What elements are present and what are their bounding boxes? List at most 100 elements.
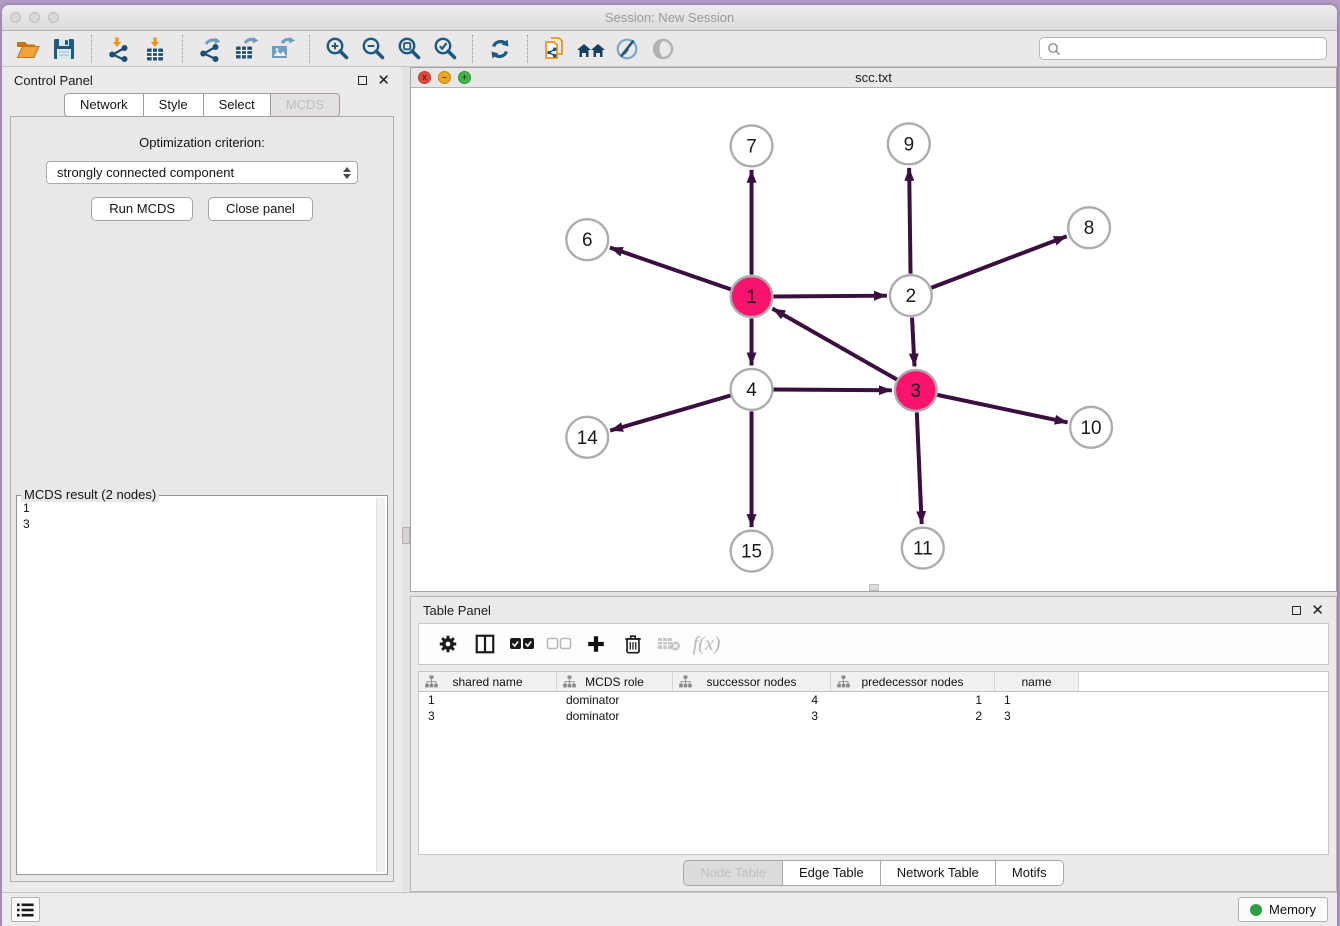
zoom-fit-button[interactable] — [393, 34, 425, 64]
control-tab-network[interactable]: Network — [64, 93, 144, 117]
app-titlebar: Session: New Session — [2, 5, 1337, 31]
graph-edge-1-6[interactable] — [610, 247, 731, 289]
table-cell-predecessor-nodes[interactable]: 2 — [831, 708, 995, 724]
graph-node-7[interactable]: 7 — [731, 125, 773, 166]
open-session-button[interactable] — [12, 34, 44, 64]
task-history-button[interactable] — [11, 897, 40, 922]
app-minimize-button[interactable] — [29, 12, 40, 23]
splitter-grip[interactable] — [402, 527, 410, 544]
graph-node-10[interactable]: 10 — [1070, 407, 1112, 448]
graph-edge-2-3[interactable] — [912, 318, 914, 367]
import-table-icon — [142, 36, 168, 62]
add-column-button[interactable] — [577, 627, 614, 661]
select-all-columns-button[interactable] — [503, 627, 540, 661]
table-cell-mcds-role[interactable]: dominator — [557, 692, 673, 708]
mcds-result-list[interactable]: 13 — [23, 500, 375, 871]
panel-splitter[interactable] — [402, 67, 410, 892]
graph-node-2[interactable]: 2 — [890, 275, 932, 316]
table-cell-successor-nodes[interactable]: 4 — [673, 692, 831, 708]
column-header-mcds-role[interactable]: MCDS role — [557, 672, 673, 691]
node-label: 6 — [582, 230, 593, 251]
graph-edge-2-8[interactable] — [931, 236, 1066, 288]
graph-node-8[interactable]: 8 — [1068, 207, 1110, 248]
import-network-button[interactable] — [103, 34, 135, 64]
save-session-button[interactable] — [48, 34, 80, 64]
network-canvas[interactable]: 1 2 3 4 6 7 8 9 10 11 14 15 — [411, 88, 1336, 591]
graph-node-9[interactable]: 9 — [888, 123, 930, 164]
control-tab-select[interactable]: Select — [204, 93, 271, 117]
deselect-all-columns-button[interactable] — [540, 627, 577, 661]
delete-column-button[interactable] — [614, 627, 651, 661]
graph-edge-4-3[interactable] — [773, 390, 891, 391]
app-close-button[interactable] — [10, 12, 21, 23]
table-row[interactable]: 3dominator323 — [419, 708, 1328, 724]
network-close-button[interactable]: x — [418, 71, 431, 84]
column-header-predecessor-nodes[interactable]: predecessor nodes — [831, 672, 995, 691]
column-header-name[interactable]: name — [995, 672, 1079, 691]
graph-edge-3-11[interactable] — [917, 412, 922, 524]
control-tab-style[interactable]: Style — [144, 93, 204, 117]
export-table-button[interactable] — [230, 34, 262, 64]
refresh-network-button[interactable] — [484, 34, 516, 64]
control-panel-tabs: NetworkStyleSelectMCDS — [2, 93, 402, 117]
delete-table-button[interactable] — [651, 627, 688, 661]
graph-edge-3-10[interactable] — [937, 395, 1067, 423]
app-zoom-button[interactable] — [48, 12, 59, 23]
function-builder-button[interactable]: f(x) — [688, 627, 725, 661]
table-cell-successor-nodes[interactable]: 3 — [673, 708, 831, 724]
canvas-splitter-grip[interactable] — [869, 584, 879, 591]
network-minimize-button[interactable]: – — [438, 71, 451, 84]
control-tab-mcds[interactable]: MCDS — [271, 93, 340, 117]
toggle-visibility-button[interactable] — [647, 34, 679, 64]
graph-node-6[interactable]: 6 — [566, 219, 608, 260]
column-header-successor-nodes[interactable]: successor nodes — [673, 672, 831, 691]
zoom-in-button[interactable] — [321, 34, 353, 64]
graph-node-14[interactable]: 14 — [566, 417, 608, 458]
graph-node-3[interactable]: 3 — [895, 370, 937, 411]
zoom-out-button[interactable] — [357, 34, 389, 64]
table-tab-edge-table[interactable]: Edge Table — [783, 860, 881, 886]
export-image-button[interactable] — [266, 34, 298, 64]
column-header-shared-name[interactable]: shared name — [419, 672, 557, 691]
graph-node-15[interactable]: 15 — [731, 531, 773, 572]
column-layout-button[interactable] — [466, 627, 503, 661]
table-panel-close-button[interactable]: ✕ — [1311, 603, 1324, 618]
table-cell-shared-name[interactable]: 3 — [419, 708, 557, 724]
table-cell-shared-name[interactable]: 1 — [419, 692, 557, 708]
graph-edge-2-9[interactable] — [909, 168, 910, 274]
toggle-style-button[interactable] — [611, 34, 643, 64]
table-cell-name[interactable]: 3 — [995, 708, 1079, 724]
table-tab-network-table[interactable]: Network Table — [881, 860, 996, 886]
graph-node-4[interactable]: 4 — [731, 369, 773, 410]
network-graph[interactable]: 1 2 3 4 6 7 8 9 10 11 14 15 — [411, 88, 1336, 591]
table-cell-name[interactable]: 1 — [995, 692, 1079, 708]
criterion-dropdown[interactable]: strongly connected component — [46, 161, 358, 184]
zoom-selected-button[interactable] — [429, 34, 461, 64]
table-tab-motifs[interactable]: Motifs — [996, 860, 1064, 886]
search-box[interactable] — [1039, 37, 1327, 60]
graph-edge-3-1[interactable] — [772, 308, 896, 379]
graph-node-1[interactable]: 1 — [731, 276, 773, 317]
control-panel-float-button[interactable] — [358, 76, 367, 85]
column-header-label: predecessor nodes — [861, 675, 963, 689]
table-panel-float-button[interactable] — [1292, 606, 1301, 615]
table-cell-mcds-role[interactable]: dominator — [557, 708, 673, 724]
graph-edge-4-14[interactable] — [610, 395, 730, 430]
import-table-button[interactable] — [139, 34, 171, 64]
clone-network-button[interactable] — [539, 34, 571, 64]
table-cell-predecessor-nodes[interactable]: 1 — [831, 692, 995, 708]
memory-button[interactable]: Memory — [1238, 897, 1328, 922]
table-tab-node-table[interactable]: Node Table — [683, 860, 783, 886]
show-all-networks-button[interactable] — [575, 34, 607, 64]
export-network-button[interactable] — [194, 34, 226, 64]
network-maximize-button[interactable]: + — [458, 71, 471, 84]
mcds-result-scrollbar[interactable] — [376, 498, 385, 872]
graph-edge-1-2[interactable] — [773, 296, 887, 297]
close-panel-button[interactable]: Close panel — [208, 197, 313, 221]
search-input[interactable] — [1066, 42, 1319, 56]
table-row[interactable]: 1dominator411 — [419, 692, 1328, 708]
table-settings-button[interactable] — [429, 627, 466, 661]
control-panel-close-button[interactable]: ✕ — [377, 73, 390, 88]
run-mcds-button[interactable]: Run MCDS — [91, 197, 193, 221]
graph-node-11[interactable]: 11 — [902, 528, 944, 569]
